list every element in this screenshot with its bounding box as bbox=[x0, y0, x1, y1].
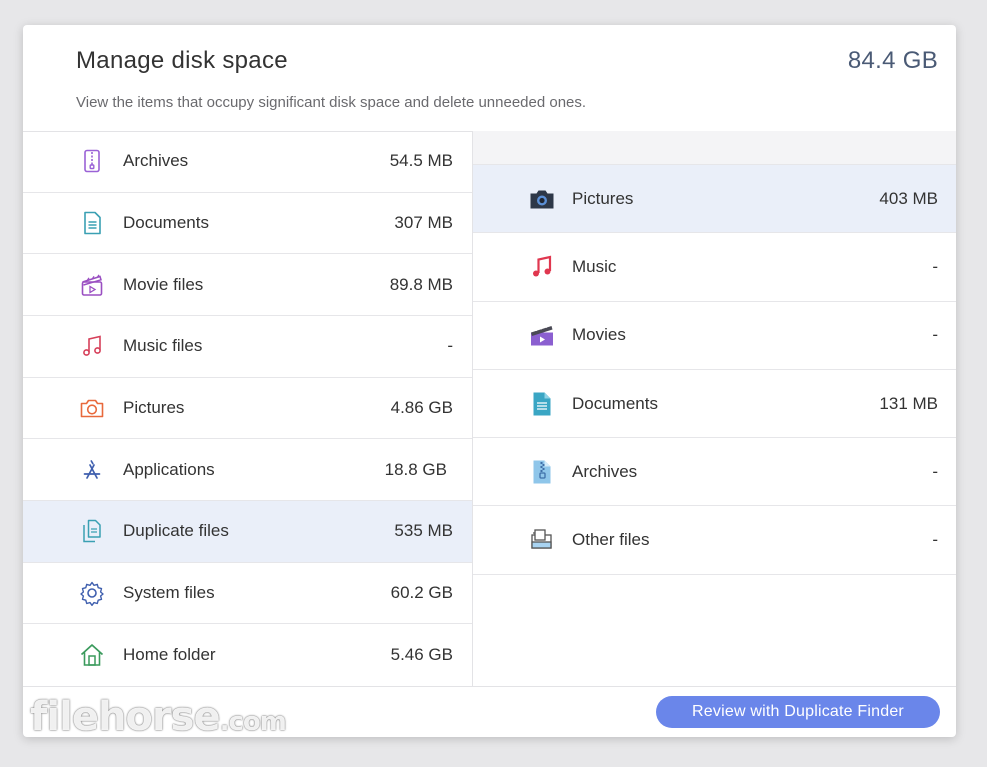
watermark-text: filehorse bbox=[30, 694, 221, 740]
music-icon bbox=[529, 254, 555, 280]
category-size: 307 MB bbox=[394, 212, 453, 232]
category-label: System files bbox=[123, 582, 215, 602]
category-label: Pictures bbox=[123, 397, 185, 417]
other-files-icon bbox=[529, 527, 555, 553]
type-label: Pictures bbox=[572, 188, 634, 208]
category-label: Duplicate files bbox=[123, 521, 229, 541]
gear-icon bbox=[79, 580, 105, 606]
type-size: - bbox=[932, 256, 938, 276]
review-with-duplicate-finder-button[interactable]: Review with Duplicate Finder bbox=[656, 696, 940, 728]
category-size: 89.8 MB bbox=[389, 274, 453, 294]
camera-icon bbox=[529, 186, 555, 212]
archive-icon bbox=[79, 148, 105, 174]
panel-header: Manage disk space 84.4 GB View the items… bbox=[23, 25, 956, 132]
type-label: Archives bbox=[572, 461, 638, 481]
type-label: Other files bbox=[572, 530, 650, 550]
category-row-movie-files[interactable]: Movie files 89.8 MB bbox=[23, 254, 472, 316]
category-label: Applications bbox=[123, 459, 215, 479]
duplicate-row-pictures[interactable]: Pictures 403 MB bbox=[473, 165, 956, 234]
category-row-applications[interactable]: Applications 18.8 GB bbox=[23, 439, 472, 501]
type-label: Music bbox=[572, 256, 617, 276]
category-row-archives[interactable]: Archives 54.5 MB bbox=[23, 131, 472, 193]
filehorse-watermark-logo: filehorse.com bbox=[30, 694, 287, 740]
document-icon bbox=[529, 391, 555, 417]
camera-icon bbox=[79, 395, 105, 421]
category-label: Home folder bbox=[123, 645, 216, 665]
page-subtitle: View the items that occupy significant d… bbox=[76, 94, 587, 111]
total-size: 84.4 GB bbox=[847, 47, 938, 74]
duplicate-row-movies[interactable]: Movies - bbox=[473, 302, 956, 370]
category-row-home-folder[interactable]: Home folder 5.46 GB bbox=[23, 624, 472, 686]
category-row-pictures[interactable]: Pictures 4.86 GB bbox=[23, 378, 472, 440]
category-row-duplicate-files[interactable]: Duplicate files 535 MB bbox=[23, 500, 472, 563]
type-size: 131 MB bbox=[879, 393, 938, 413]
duplicate-row-archives[interactable]: Archives - bbox=[473, 438, 956, 507]
disk-space-panel: Manage disk space 84.4 GB View the items… bbox=[23, 25, 956, 737]
category-size: 535 MB bbox=[394, 521, 453, 541]
archive-icon bbox=[529, 459, 555, 485]
type-size: - bbox=[932, 461, 938, 481]
app-store-icon bbox=[79, 457, 105, 483]
movie-icon bbox=[79, 272, 105, 298]
category-size: 4.86 GB bbox=[390, 397, 453, 417]
category-label: Archives bbox=[123, 151, 189, 171]
category-size: 18.8 GB bbox=[384, 459, 447, 479]
duplicate-row-documents[interactable]: Documents 131 MB bbox=[473, 370, 956, 439]
category-label: Documents bbox=[123, 212, 209, 232]
duplicate-row-music[interactable]: Music - bbox=[473, 233, 956, 302]
category-label: Movie files bbox=[123, 274, 204, 294]
category-size: 60.2 GB bbox=[390, 582, 453, 602]
category-size: - bbox=[447, 336, 453, 356]
category-row-system-files[interactable]: System files 60.2 GB bbox=[23, 563, 472, 625]
category-row-documents[interactable]: Documents 307 MB bbox=[23, 193, 472, 255]
type-size: 403 MB bbox=[879, 188, 938, 208]
category-label: Music files bbox=[123, 336, 203, 356]
music-icon bbox=[79, 333, 105, 359]
list-header-bar bbox=[473, 131, 956, 165]
category-size: 5.46 GB bbox=[390, 645, 453, 665]
watermark-suffix: .com bbox=[219, 707, 287, 737]
home-icon bbox=[79, 642, 105, 668]
category-list: Archives 54.5 MB Documents 307 MB Movie … bbox=[23, 131, 473, 686]
category-row-music-files[interactable]: Music files - bbox=[23, 316, 472, 378]
type-size: - bbox=[932, 530, 938, 550]
type-label: Documents bbox=[572, 393, 658, 413]
movie-icon bbox=[529, 322, 555, 348]
duplicate-icon bbox=[79, 518, 105, 544]
type-label: Movies bbox=[572, 325, 626, 345]
page-title: Manage disk space bbox=[76, 47, 288, 74]
category-size: 54.5 MB bbox=[389, 151, 453, 171]
type-size: - bbox=[932, 325, 938, 345]
duplicate-breakdown-list: Pictures 403 MB Music - Movies - Documen… bbox=[473, 131, 956, 686]
document-icon bbox=[79, 210, 105, 236]
duplicate-row-other-files[interactable]: Other files - bbox=[473, 506, 956, 575]
